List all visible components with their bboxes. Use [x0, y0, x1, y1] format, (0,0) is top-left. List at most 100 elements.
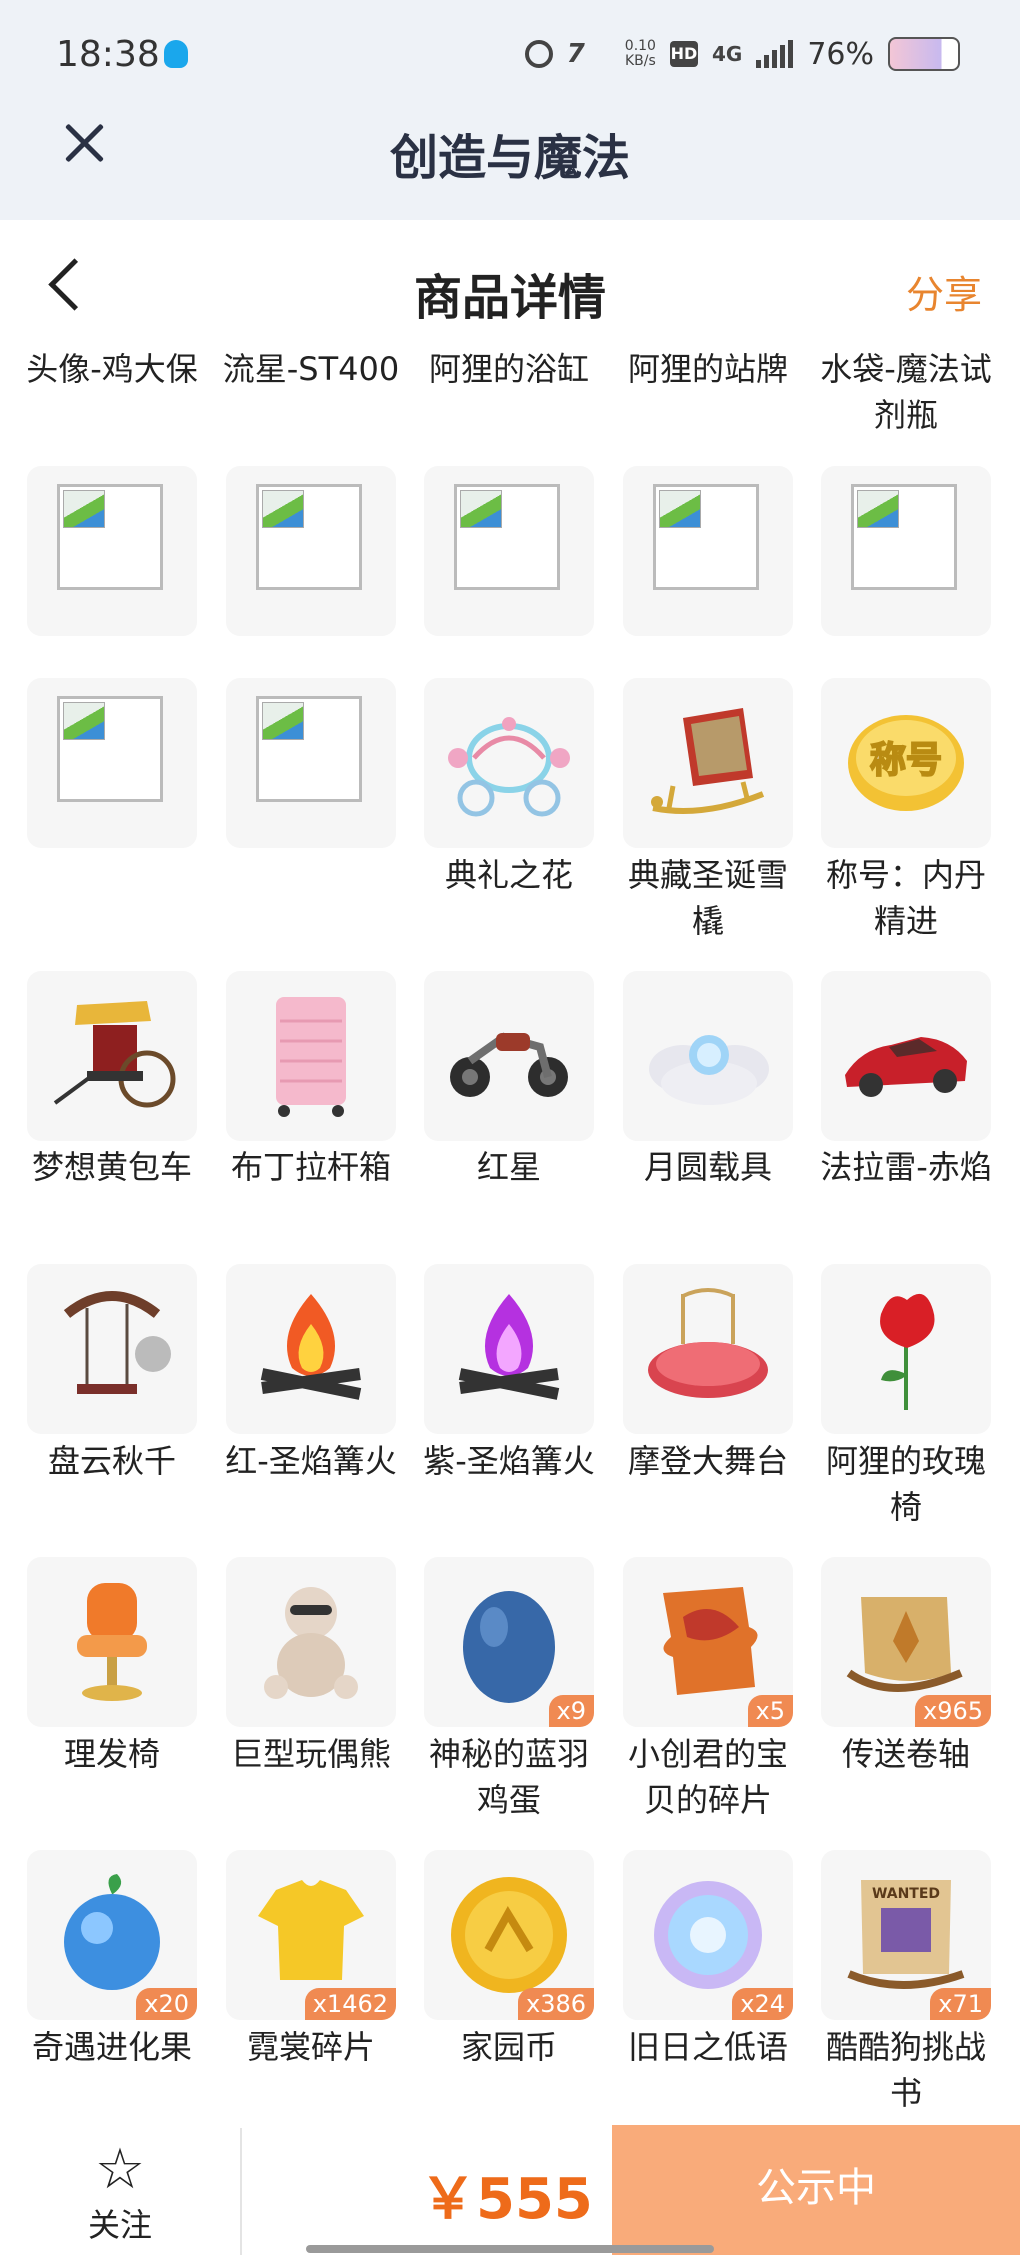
signal-icon	[756, 40, 794, 68]
rose-chair-icon	[880, 1293, 935, 1410]
status-icons: 7 0.10 KB/s HD 4G 76%	[524, 34, 960, 74]
barber-chair-icon	[77, 1583, 147, 1701]
carriage-icon	[448, 717, 570, 817]
puzzle-piece-icon	[663, 1587, 758, 1695]
item-tile[interactable]	[623, 466, 793, 636]
share-button[interactable]: 分享	[906, 264, 982, 319]
quantity-badge: x965	[914, 1695, 991, 1727]
item-label: 红-圣焰篝火	[225, 1442, 397, 1480]
item-tile[interactable]: x1462	[226, 1850, 396, 2020]
sleigh-icon	[651, 708, 765, 814]
item-label: 紫-圣焰篝火	[423, 1442, 595, 1480]
motorcycle-icon	[450, 1032, 568, 1097]
item-label: 酷酷狗挑战书	[825, 2028, 986, 2112]
purple-bonfire-icon	[458, 1294, 560, 1400]
status-time: 18:38	[56, 34, 160, 75]
item-tile[interactable]	[226, 466, 396, 636]
item-tile[interactable]	[226, 678, 396, 848]
item-label: 旧日之低语	[627, 2028, 788, 2066]
item-tile[interactable]	[226, 1264, 396, 1434]
wanted-poster-text: WANTED	[872, 1886, 940, 1902]
wifi-7-icon: 7	[566, 39, 585, 69]
item-label: 典藏圣诞雪橇	[627, 856, 788, 940]
item-tile[interactable]	[27, 1557, 197, 1727]
network-speed: 0.10 KB/s	[625, 39, 656, 69]
item-tile[interactable]	[623, 1264, 793, 1434]
item-tile[interactable]: WANTED x71	[821, 1850, 991, 2020]
item-label: 家园币	[460, 2028, 557, 2066]
item-tile[interactable]: x9	[424, 1557, 594, 1727]
yellow-shirt-icon	[258, 1880, 364, 1980]
suitcase-icon	[276, 997, 346, 1117]
item-label: 理发椅	[63, 1735, 160, 1773]
follow-button[interactable]: ☆ 关注	[60, 2140, 180, 2246]
stage-icon	[648, 1288, 768, 1398]
item-label: 流星-ST400	[222, 350, 400, 388]
quantity-badge: x9	[548, 1695, 594, 1727]
item-tile[interactable]: x5	[623, 1557, 793, 1727]
battery-percent: 76%	[807, 36, 874, 72]
item-tile[interactable]: x20	[27, 1850, 197, 2020]
divider	[240, 2128, 242, 2255]
item-label: 小创君的宝贝的碎片	[627, 1735, 788, 1819]
item-tile[interactable]	[424, 678, 594, 848]
item-tile[interactable]	[27, 678, 197, 848]
item-label: 红星	[476, 1148, 541, 1186]
moon-cloud-icon	[649, 1035, 769, 1105]
quantity-badge: x1462	[304, 1988, 396, 2020]
item-tile[interactable]	[821, 971, 991, 1141]
home-indicator[interactable]	[306, 2245, 714, 2253]
item-tile[interactable]	[226, 1557, 396, 1727]
alarm-icon	[524, 40, 553, 68]
broken-image-icon	[256, 484, 362, 590]
item-tile[interactable]	[623, 971, 793, 1141]
item-tile[interactable]	[821, 1264, 991, 1434]
broken-image-icon	[57, 696, 163, 802]
item-tile[interactable]	[821, 466, 991, 636]
sports-car-icon	[845, 1037, 967, 1097]
quantity-badge: x24	[732, 1988, 793, 2020]
item-tile[interactable]	[424, 466, 594, 636]
item-label: 阿狸的玫瑰椅	[825, 1442, 986, 1526]
hd-icon: HD	[669, 41, 698, 67]
broken-image-icon	[454, 484, 560, 590]
item-label: 盘云秋千	[47, 1442, 176, 1480]
status-button[interactable]: 公示中	[612, 2125, 1020, 2255]
qq-notification-icon	[164, 40, 188, 68]
item-tile[interactable]: x965	[821, 1557, 991, 1727]
network-speed-value: 0.10	[624, 38, 656, 54]
broken-image-icon	[57, 484, 163, 590]
scroll-icon	[846, 1597, 963, 1692]
item-label: 典礼之花	[444, 856, 573, 894]
item-tile[interactable]: x386	[424, 1850, 594, 2020]
item-tile[interactable]	[27, 1264, 197, 1434]
title-badge-text: 称号	[870, 740, 942, 781]
red-bonfire-icon	[260, 1294, 362, 1400]
price: ￥555	[420, 2167, 593, 2232]
item-tile[interactable]: 称号	[821, 678, 991, 848]
item-label: 法拉雷-赤焰	[820, 1148, 992, 1186]
item-label: 称号：内丹精进	[825, 856, 986, 940]
swing-icon	[63, 1291, 171, 1394]
item-tile[interactable]: x24	[623, 1850, 793, 2020]
item-tile[interactable]	[424, 1264, 594, 1434]
item-tile[interactable]	[226, 971, 396, 1141]
broken-image-icon	[851, 484, 957, 590]
item-label: 阿狸的浴缸	[428, 350, 589, 388]
item-tile[interactable]	[27, 466, 197, 636]
item-label: 布丁拉杆箱	[230, 1148, 391, 1186]
network-speed-unit: KB/s	[624, 53, 656, 69]
purple-orb-icon	[654, 1881, 762, 1989]
gold-coin-icon	[451, 1877, 567, 1993]
item-label: 梦想黄包车	[31, 1148, 192, 1186]
item-label: 水袋-魔法试剂瓶	[820, 350, 992, 434]
blue-fruit-icon	[64, 1874, 160, 1990]
quantity-badge: x71	[930, 1988, 991, 2020]
item-tile[interactable]	[27, 971, 197, 1141]
broken-image-icon	[256, 696, 362, 802]
quantity-badge: x5	[747, 1695, 793, 1727]
item-label: 阿狸的站牌	[627, 350, 788, 388]
item-tile[interactable]	[623, 678, 793, 848]
item-tile[interactable]	[424, 971, 594, 1141]
app-title: 创造与魔法	[389, 130, 630, 186]
